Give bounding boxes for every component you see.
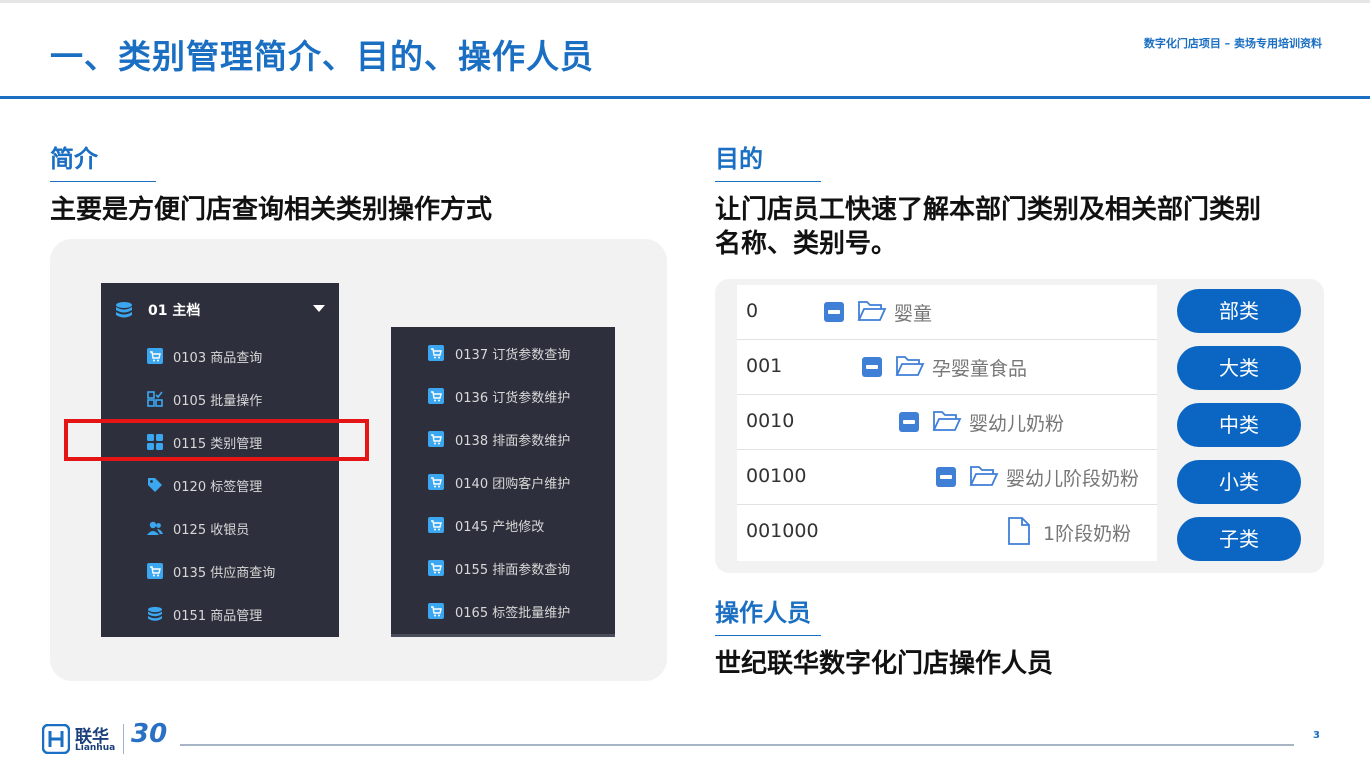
tree-label: 婴幼儿奶粉 <box>969 413 1065 435</box>
menu-item-label: 0140 团购客户维护 <box>455 477 571 492</box>
menu-item-label: 0137 订货参数查询 <box>455 348 571 363</box>
folder-open-icon <box>932 411 962 431</box>
menu-item-label: 0125 收银员 <box>173 523 250 538</box>
operators-text: 世纪联华数字化门店操作人员 <box>715 649 1054 679</box>
cart-icon <box>428 560 444 576</box>
page-title: 一、类别管理简介、目的、操作人员 <box>50 37 594 76</box>
cart-icon <box>147 563 163 579</box>
operators-heading: 操作人员 <box>715 599 811 627</box>
footer-rule <box>180 744 1294 746</box>
cart-icon <box>428 603 444 619</box>
menu-item-cashier[interactable]: 0125 收银员 <box>101 513 339 543</box>
menu-item-label: 0135 供应商查询 <box>173 566 276 581</box>
header-note: 数字化门店项目 – 卖场专用培训资料 <box>1143 37 1322 50</box>
category-level-button-department[interactable]: 部类 <box>1177 289 1301 333</box>
menu-item-group-buyer-maintain[interactable]: 0140 团购客户维护 <box>391 467 615 497</box>
tree-code: 00100 <box>746 465 807 487</box>
category-level-button-sub[interactable]: 子类 <box>1177 517 1301 561</box>
menu-item-shelf-param-maintain[interactable]: 0138 排面参数维护 <box>391 424 615 454</box>
page-number: 3 <box>1313 730 1320 741</box>
tree-row[interactable]: 0010 婴幼儿奶粉 <box>737 395 1157 450</box>
menu-item-supplier-query[interactable]: 0135 供应商查询 <box>101 556 339 586</box>
collapse-icon[interactable] <box>899 412 919 432</box>
collapse-icon[interactable] <box>936 467 956 487</box>
category-level-button-middle[interactable]: 中类 <box>1177 403 1301 447</box>
purpose-text-line1: 让门店员工快速了解本部门类别及相关部门类别 <box>715 195 1262 225</box>
footer-divider <box>123 724 124 754</box>
chevron-down-icon[interactable] <box>313 305 325 312</box>
main-menu-right: 0137 订货参数查询 0136 订货参数维护 0138 排面参数维护 0140… <box>391 327 615 637</box>
top-border <box>0 0 1370 3</box>
tree-label: 孕婴童食品 <box>932 358 1028 380</box>
header-rule <box>0 96 1370 99</box>
menu-item-label: 0136 订货参数维护 <box>455 391 571 406</box>
tree-code: 0010 <box>746 410 795 432</box>
intro-heading-rule <box>50 181 156 182</box>
tree-label: 1阶段奶粉 <box>1043 523 1132 545</box>
menu-item-product-management[interactable]: 0151 商品管理 <box>101 599 339 629</box>
category-level-button-minor[interactable]: 小类 <box>1177 460 1301 504</box>
cart-icon <box>428 431 444 447</box>
cart-icon <box>428 345 444 361</box>
tree-code: 0 <box>746 300 759 322</box>
tree-row[interactable]: 001 孕婴童食品 <box>737 340 1157 395</box>
tag-icon <box>148 478 162 492</box>
lianhua-logo-icon <box>42 724 70 754</box>
intro-text: 主要是方便门店查询相关类别操作方式 <box>50 195 493 225</box>
database-icon <box>116 302 132 318</box>
menu-item-label: 0145 产地修改 <box>455 520 545 535</box>
menu-item-origin-modify[interactable]: 0145 产地修改 <box>391 510 615 540</box>
folder-open-icon <box>857 301 887 321</box>
menu-item-product-query[interactable]: 0103 商品查询 <box>101 341 339 371</box>
folder-open-icon <box>969 466 999 486</box>
highlight-box <box>64 419 369 461</box>
tree-code: 001 <box>746 355 783 377</box>
intro-heading: 简介 <box>50 145 98 173</box>
menu-item-order-param-maintain[interactable]: 0136 订货参数维护 <box>391 381 615 411</box>
menu-item-label: 0165 标签批量维护 <box>455 606 571 621</box>
menu-item-batch-operation[interactable]: 0105 批量操作 <box>101 384 339 414</box>
cart-icon <box>428 517 444 533</box>
menu-item-tag-management[interactable]: 0120 标签管理 <box>101 470 339 500</box>
tree-label: 婴幼儿阶段奶粉 <box>1006 468 1140 490</box>
category-level-button-major[interactable]: 大类 <box>1177 346 1301 390</box>
batch-icon <box>147 391 163 407</box>
menu-item-order-param-query[interactable]: 0137 订货参数查询 <box>391 338 615 368</box>
menu-header-label: 01 主档 <box>148 303 201 319</box>
menu-item-label: 0103 商品查询 <box>173 351 263 366</box>
footer-brand-en: Lianhua <box>75 743 116 753</box>
purpose-text-line2: 名称、类别号。 <box>715 229 898 259</box>
tree-row[interactable]: 0 婴童 <box>737 285 1157 340</box>
menu-item-label: 0151 商品管理 <box>173 609 263 624</box>
collapse-icon[interactable] <box>824 302 844 322</box>
tree-code: 001000 <box>746 520 819 542</box>
cart-icon <box>428 474 444 490</box>
cart-icon <box>428 388 444 404</box>
menu-item-shelf-param-query[interactable]: 0155 排面参数查询 <box>391 553 615 583</box>
menu-item-label: 0120 标签管理 <box>173 480 263 495</box>
operators-heading-rule <box>715 635 821 636</box>
file-icon <box>1008 517 1030 545</box>
menu-item-label: 0155 排面参数查询 <box>455 563 571 578</box>
menu-item-label-batch-maintain[interactable]: 0165 标签批量维护 <box>391 596 615 626</box>
anniversary-logo: 30 <box>131 719 168 749</box>
tree-row[interactable]: 00100 婴幼儿阶段奶粉 <box>737 450 1157 505</box>
tree-label: 婴童 <box>894 303 933 325</box>
database-icon <box>148 606 162 621</box>
menu-item-label: 0138 排面参数维护 <box>455 434 571 449</box>
menu-item-label: 0105 批量操作 <box>173 394 263 409</box>
cart-icon <box>147 348 163 364</box>
purpose-heading-rule <box>715 181 821 182</box>
purpose-heading: 目的 <box>715 145 763 173</box>
folder-open-icon <box>895 356 925 376</box>
menu-bottom-edge <box>391 634 615 637</box>
collapse-icon[interactable] <box>862 357 882 377</box>
category-tree: 0 婴童 001 孕婴童食品 0010 婴幼儿奶粉 00100 婴幼儿阶段奶粉 <box>737 285 1157 561</box>
tree-row[interactable]: 001000 1阶段奶粉 <box>737 505 1157 560</box>
users-icon <box>147 521 163 535</box>
menu-header-master[interactable]: 01 主档 <box>101 283 339 335</box>
